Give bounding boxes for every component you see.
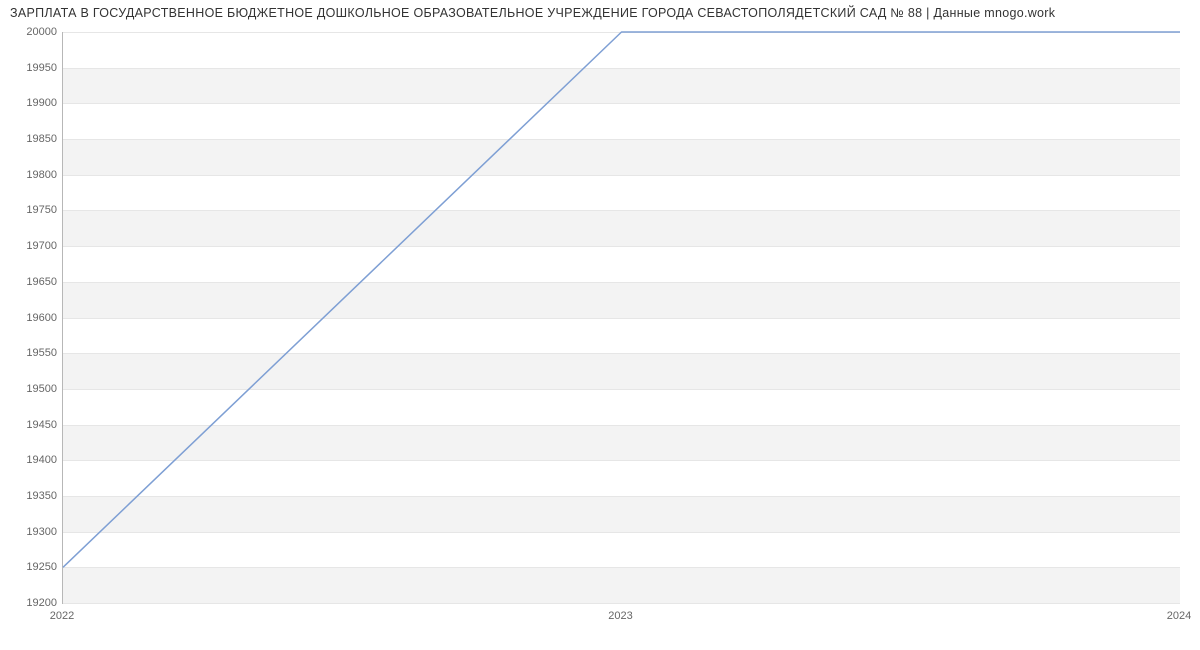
- y-tick-label: 19450: [26, 419, 57, 431]
- y-tick-label: 19700: [26, 240, 57, 252]
- y-tick-label: 19350: [26, 490, 57, 502]
- y-tick-label: 19900: [26, 97, 57, 109]
- y-tick-label: 19400: [26, 454, 57, 466]
- y-gridline: [63, 603, 1180, 604]
- y-tick-label: 19300: [26, 526, 57, 538]
- salary-chart: ЗАРПЛАТА В ГОСУДАРСТВЕННОЕ БЮДЖЕТНОЕ ДОШ…: [0, 0, 1200, 650]
- x-tick-label: 2024: [1167, 610, 1191, 622]
- series-line: [63, 32, 1180, 567]
- y-tick-label: 19800: [26, 169, 57, 181]
- x-tick-label: 2023: [608, 610, 632, 622]
- y-tick-label: 19550: [26, 347, 57, 359]
- plot-area: [62, 32, 1180, 604]
- y-tick-label: 19600: [26, 312, 57, 324]
- y-tick-label: 20000: [26, 26, 57, 38]
- line-layer: [63, 32, 1180, 603]
- y-tick-label: 19500: [26, 383, 57, 395]
- chart-title: ЗАРПЛАТА В ГОСУДАРСТВЕННОЕ БЮДЖЕТНОЕ ДОШ…: [10, 6, 1055, 20]
- y-tick-label: 19200: [26, 597, 57, 609]
- y-tick-label: 19650: [26, 276, 57, 288]
- y-tick-label: 19750: [26, 204, 57, 216]
- y-tick-label: 19950: [26, 62, 57, 74]
- x-tick-label: 2022: [50, 610, 74, 622]
- y-tick-label: 19850: [26, 133, 57, 145]
- y-tick-label: 19250: [26, 561, 57, 573]
